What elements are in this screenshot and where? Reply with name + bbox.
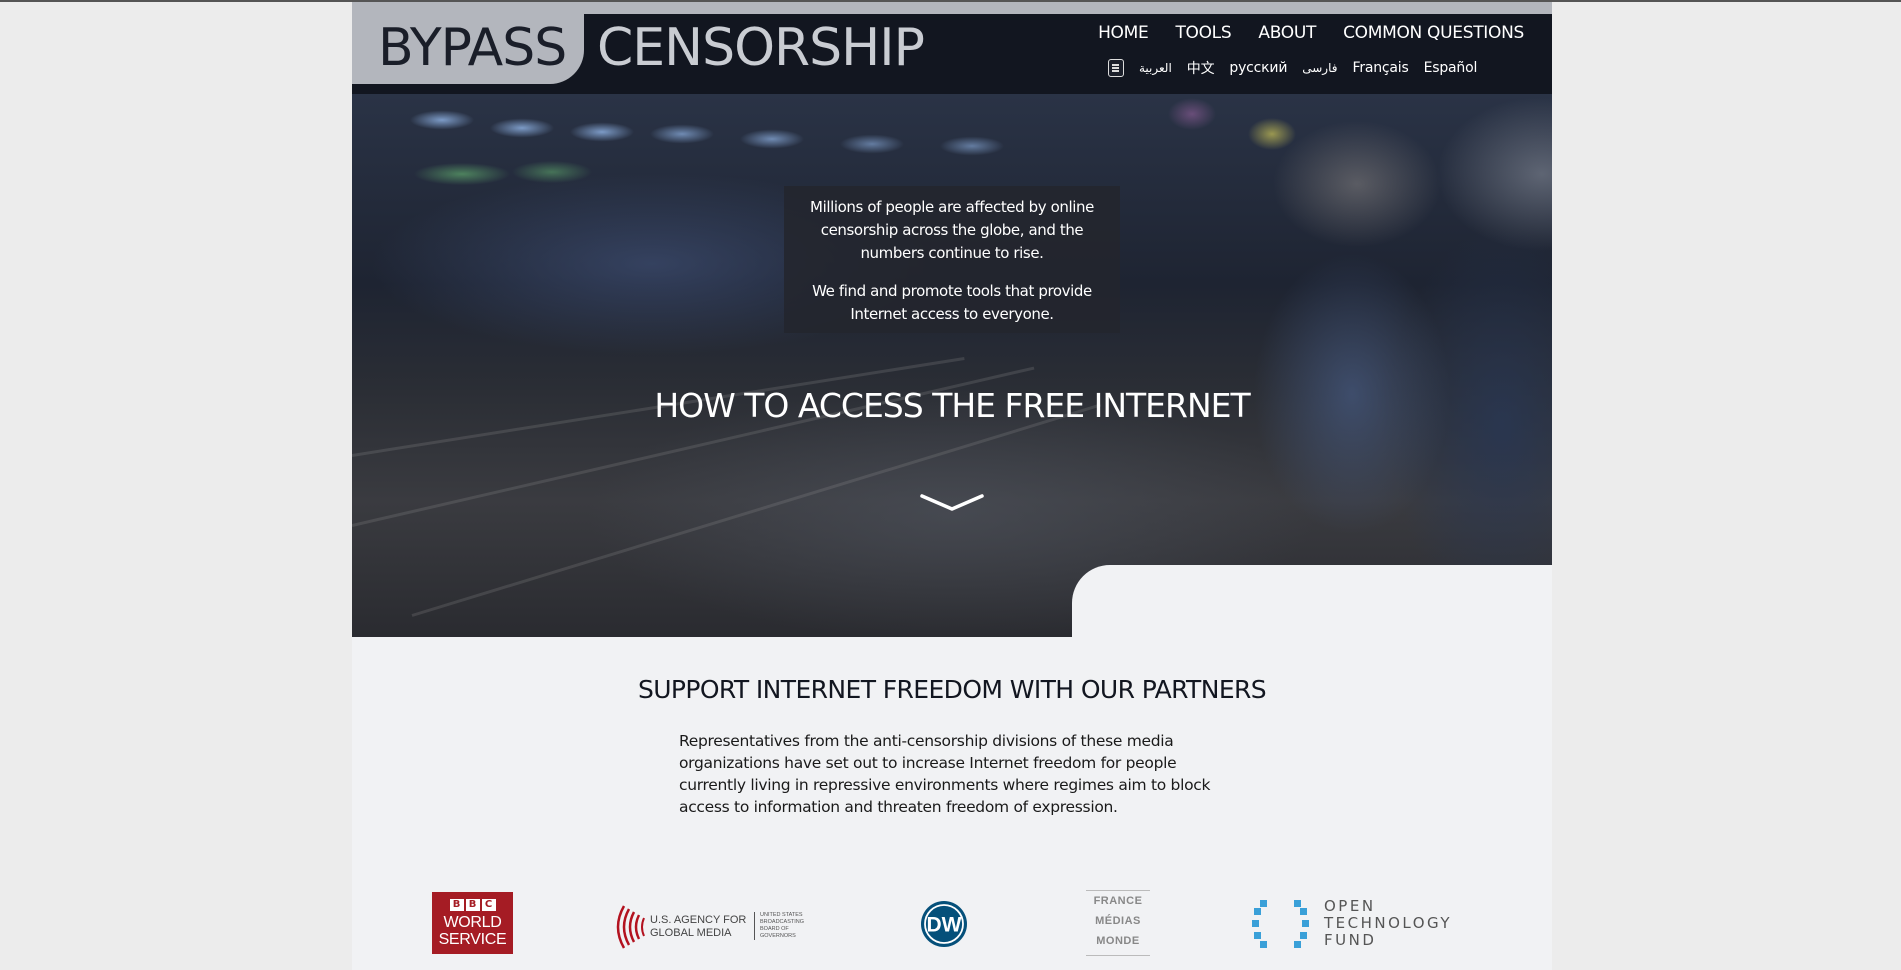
otf-line-2: TECHNOLOGY (1324, 914, 1453, 932)
language-switcher: العربية 中文 русский فارسی Français Españo… (1108, 58, 1477, 78)
bbc-text-line-1: WORLD (443, 914, 502, 931)
bbc-block: B (465, 899, 480, 911)
chevron-down-icon[interactable] (920, 492, 984, 514)
otf-name: OPEN TECHNOLOGY FUND (1324, 898, 1452, 949)
bbc-text-line-2: SERVICE (438, 931, 507, 948)
open-technology-fund-logo[interactable]: OPEN TECHNOLOGY FUND (1252, 898, 1482, 954)
partners-heading: SUPPORT INTERNET FREEDOM WITH OUR PARTNE… (637, 675, 1267, 704)
france-medias-monde-logo[interactable]: FRANCE MÉDIAS MONDE (1086, 890, 1150, 956)
bbc-block: C (481, 899, 496, 911)
hero-corner-cutout (1072, 565, 1552, 637)
hero-title: HOW TO ACCESS THE FREE INTERNET (654, 386, 1250, 425)
main-nav: HOME TOOLS ABOUT COMMON QUESTIONS (1098, 23, 1524, 43)
logo-censorship-text: CENSORSHIP (597, 18, 925, 78)
translate-icon (1108, 59, 1124, 77)
bbc-blocks: B B C (432, 899, 513, 911)
partners-description: Representatives from the anti-censorship… (679, 732, 1211, 816)
nav-tools[interactable]: TOOLS (1175, 23, 1231, 43)
hero-banner: Millions of people are affected by onlin… (352, 94, 1552, 637)
dw-logo[interactable]: DW (904, 900, 984, 948)
otf-line-3: FUND (1324, 931, 1377, 949)
hero-intro-box: Millions of people are affected by onlin… (784, 186, 1120, 333)
bbc-world-service-logo[interactable]: B B C WORLD SERVICE (432, 892, 513, 954)
bbg-line: GOVERNORS (760, 933, 796, 939)
otf-line-1: OPEN (1324, 897, 1376, 915)
lang-french[interactable]: Français (1352, 60, 1408, 76)
bbc-block: B (449, 899, 464, 911)
usagm-logo[interactable]: U.S. AGENCY FOR GLOBAL MEDIA UNITED STAT… (614, 902, 804, 952)
hero-intro-paragraph-1: Millions of people are affected by onlin… (810, 198, 1094, 262)
usagm-line-1: U.S. AGENCY FOR (650, 914, 747, 926)
dw-text: DW (927, 914, 962, 937)
site-logo[interactable]: BYPASS CENSORSHIP (352, 2, 942, 94)
bbg-text: UNITED STATES BROADCASTING BOARD OF GOVE… (754, 912, 804, 940)
bbg-line: BOARD OF (760, 926, 789, 932)
lang-chinese[interactable]: 中文 (1187, 58, 1215, 78)
otf-brackets-icon (1252, 900, 1309, 948)
logo-bypass-text: BYPASS (378, 18, 567, 78)
partner-logos: B B C WORLD SERVICE U.S. AGENCY FOR GLOB… (352, 890, 1552, 960)
fmm-line-3: MONDE (1096, 935, 1140, 947)
nav-common-questions[interactable]: COMMON QUESTIONS (1343, 23, 1524, 43)
hero-intro-paragraph-2: We find and promote tools that provide I… (812, 282, 1092, 323)
page: BYPASS CENSORSHIP HOME TOOLS ABOUT COMMO… (352, 2, 1552, 970)
usagm-name: U.S. AGENCY FOR GLOBAL MEDIA (650, 914, 746, 940)
lang-spanish[interactable]: Español (1424, 60, 1478, 76)
lang-russian[interactable]: русский (1229, 60, 1287, 76)
fmm-line-2: MÉDIAS (1095, 915, 1141, 927)
usagm-arcs-icon (616, 905, 645, 949)
lang-arabic[interactable]: العربية (1139, 61, 1172, 75)
nav-home[interactable]: HOME (1098, 23, 1149, 43)
bbg-line: UNITED STATES (760, 912, 803, 918)
nav-about[interactable]: ABOUT (1258, 23, 1316, 43)
fmm-line-1: FRANCE (1093, 895, 1143, 907)
site-header: BYPASS CENSORSHIP HOME TOOLS ABOUT COMMO… (352, 2, 1552, 94)
bbg-line: BROADCASTING (760, 919, 805, 925)
lang-persian[interactable]: فارسی (1302, 61, 1337, 75)
hero-rail (411, 403, 1101, 617)
usagm-line-2: GLOBAL MEDIA (650, 927, 732, 939)
